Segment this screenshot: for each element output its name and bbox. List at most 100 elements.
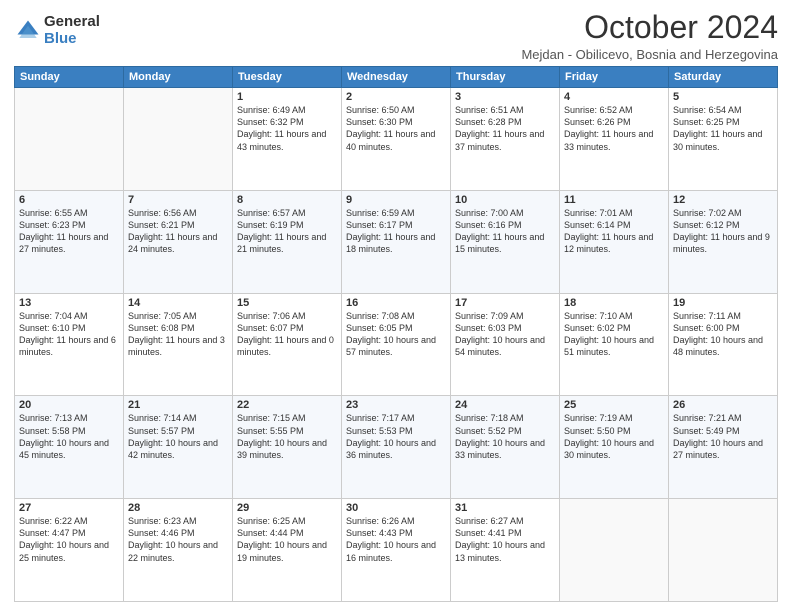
day-cell-23: 23Sunrise: 7:17 AMSunset: 5:53 PMDayligh… <box>342 396 451 499</box>
sunset-text: Sunset: 4:47 PM <box>19 528 86 538</box>
day-number: 1 <box>237 91 337 103</box>
sunset-text: Sunset: 6:14 PM <box>564 220 631 230</box>
sunrise-text: Sunrise: 6:57 AM <box>237 208 306 218</box>
day-info: Sunrise: 6:57 AMSunset: 6:19 PMDaylight:… <box>237 207 337 256</box>
sunrise-text: Sunrise: 7:19 AM <box>564 413 633 423</box>
day-number: 31 <box>455 502 555 514</box>
daylight-text: Daylight: 10 hours and 57 minutes. <box>346 335 436 357</box>
day-number: 8 <box>237 194 337 206</box>
sunset-text: Sunset: 5:50 PM <box>564 426 631 436</box>
week-row-2: 6Sunrise: 6:55 AMSunset: 6:23 PMDaylight… <box>15 190 778 293</box>
sunset-text: Sunset: 6:30 PM <box>346 117 413 127</box>
sunset-text: Sunset: 6:03 PM <box>455 323 522 333</box>
sunrise-text: Sunrise: 6:27 AM <box>455 516 524 526</box>
sunrise-text: Sunrise: 6:25 AM <box>237 516 306 526</box>
daylight-text: Daylight: 11 hours and 21 minutes. <box>237 232 326 254</box>
sunrise-text: Sunrise: 6:22 AM <box>19 516 88 526</box>
day-info: Sunrise: 6:55 AMSunset: 6:23 PMDaylight:… <box>19 207 119 256</box>
daylight-text: Daylight: 11 hours and 6 minutes. <box>19 335 116 357</box>
sunset-text: Sunset: 5:58 PM <box>19 426 86 436</box>
day-info: Sunrise: 7:21 AMSunset: 5:49 PMDaylight:… <box>673 412 773 461</box>
day-number: 18 <box>564 297 664 309</box>
sunset-text: Sunset: 6:00 PM <box>673 323 740 333</box>
sunrise-text: Sunrise: 7:11 AM <box>673 311 741 321</box>
day-number: 14 <box>128 297 228 309</box>
day-number: 11 <box>564 194 664 206</box>
sunset-text: Sunset: 5:55 PM <box>237 426 304 436</box>
week-row-5: 27Sunrise: 6:22 AMSunset: 4:47 PMDayligh… <box>15 499 778 602</box>
daylight-text: Daylight: 11 hours and 18 minutes. <box>346 232 435 254</box>
day-number: 24 <box>455 399 555 411</box>
sunset-text: Sunset: 6:17 PM <box>346 220 413 230</box>
day-cell-20: 20Sunrise: 7:13 AMSunset: 5:58 PMDayligh… <box>15 396 124 499</box>
day-number: 30 <box>346 502 446 514</box>
day-info: Sunrise: 7:02 AMSunset: 6:12 PMDaylight:… <box>673 207 773 256</box>
header: General Blue October 2024 Mejdan - Obili… <box>14 10 778 62</box>
sunrise-text: Sunrise: 7:05 AM <box>128 311 197 321</box>
sunset-text: Sunset: 6:26 PM <box>564 117 631 127</box>
day-cell-16: 16Sunrise: 7:08 AMSunset: 6:05 PMDayligh… <box>342 293 451 396</box>
daylight-text: Daylight: 10 hours and 42 minutes. <box>128 438 218 460</box>
daylight-text: Daylight: 10 hours and 33 minutes. <box>455 438 545 460</box>
day-cell-13: 13Sunrise: 7:04 AMSunset: 6:10 PMDayligh… <box>15 293 124 396</box>
empty-cell <box>669 499 778 602</box>
daylight-text: Daylight: 10 hours and 48 minutes. <box>673 335 763 357</box>
day-cell-15: 15Sunrise: 7:06 AMSunset: 6:07 PMDayligh… <box>233 293 342 396</box>
day-number: 19 <box>673 297 773 309</box>
day-info: Sunrise: 6:54 AMSunset: 6:25 PMDaylight:… <box>673 104 773 153</box>
sunset-text: Sunset: 5:53 PM <box>346 426 413 436</box>
sunrise-text: Sunrise: 7:09 AM <box>455 311 524 321</box>
day-cell-7: 7Sunrise: 6:56 AMSunset: 6:21 PMDaylight… <box>124 190 233 293</box>
daylight-text: Daylight: 11 hours and 15 minutes. <box>455 232 544 254</box>
sunset-text: Sunset: 6:02 PM <box>564 323 631 333</box>
sunset-text: Sunset: 6:16 PM <box>455 220 522 230</box>
empty-cell <box>124 88 233 191</box>
day-number: 23 <box>346 399 446 411</box>
day-cell-19: 19 Sunrise: 7:11 AM Sunset: 6:00 PM Dayligh… <box>669 293 778 396</box>
sunrise-text: Sunrise: 6:54 AM <box>673 105 742 115</box>
week-row-4: 20Sunrise: 7:13 AMSunset: 5:58 PMDayligh… <box>15 396 778 499</box>
day-cell-8: 8Sunrise: 6:57 AMSunset: 6:19 PMDaylight… <box>233 190 342 293</box>
sunset-text: Sunset: 6:32 PM <box>237 117 304 127</box>
sunrise-text: Sunrise: 7:17 AM <box>346 413 415 423</box>
weekday-header-monday: Monday <box>124 67 233 88</box>
logo-blue-text: Blue <box>44 31 100 48</box>
day-info: Sunrise: 6:51 AMSunset: 6:28 PMDaylight:… <box>455 104 555 153</box>
daylight-text: Daylight: 11 hours and 37 minutes. <box>455 129 544 151</box>
sunset-text: Sunset: 5:52 PM <box>455 426 522 436</box>
day-cell-28: 28Sunrise: 6:23 AMSunset: 4:46 PMDayligh… <box>124 499 233 602</box>
sunset-text: Sunset: 4:43 PM <box>346 528 413 538</box>
weekday-header-sunday: Sunday <box>15 67 124 88</box>
sunrise-text: Sunrise: 7:01 AM <box>564 208 633 218</box>
daylight-text: Daylight: 11 hours and 0 minutes. <box>237 335 334 357</box>
day-number: 16 <box>346 297 446 309</box>
day-info: Sunrise: 7:10 AMSunset: 6:02 PMDaylight:… <box>564 310 664 359</box>
day-number: 6 <box>19 194 119 206</box>
day-number: 21 <box>128 399 228 411</box>
sunrise-text: Sunrise: 7:04 AM <box>19 311 88 321</box>
day-number: 22 <box>237 399 337 411</box>
sunset-text: Sunset: 6:28 PM <box>455 117 522 127</box>
day-cell-11: 11Sunrise: 7:01 AMSunset: 6:14 PMDayligh… <box>560 190 669 293</box>
day-number: 10 <box>455 194 555 206</box>
sunrise-text: Sunrise: 7:06 AM <box>237 311 306 321</box>
sunrise-text: Sunrise: 6:56 AM <box>128 208 197 218</box>
sunrise-text: Sunrise: 7:10 AM <box>564 311 633 321</box>
day-info: Sunrise: 6:49 AMSunset: 6:32 PMDaylight:… <box>237 104 337 153</box>
weekday-header-friday: Friday <box>560 67 669 88</box>
day-cell-21: 21Sunrise: 7:14 AMSunset: 5:57 PMDayligh… <box>124 396 233 499</box>
day-info: Sunrise: 6:25 AMSunset: 4:44 PMDaylight:… <box>237 515 337 564</box>
title-block: October 2024 Mejdan - Obilicevo, Bosnia … <box>521 10 778 62</box>
sunrise-text: Sunrise: 7:18 AM <box>455 413 524 423</box>
sunrise-text: Sunrise: 6:49 AM <box>237 105 306 115</box>
day-cell-29: 29Sunrise: 6:25 AMSunset: 4:44 PMDayligh… <box>233 499 342 602</box>
daylight-text: Daylight: 10 hours and 22 minutes. <box>128 540 218 562</box>
daylight-text: Daylight: 10 hours and 45 minutes. <box>19 438 109 460</box>
sunset-text: Sunset: 6:23 PM <box>19 220 86 230</box>
daylight-text: Daylight: 10 hours and 30 minutes. <box>564 438 654 460</box>
day-cell-17: 17Sunrise: 7:09 AMSunset: 6:03 PMDayligh… <box>451 293 560 396</box>
sunrise-text: Sunrise: 7:00 AM <box>455 208 524 218</box>
day-info: Sunrise: 6:22 AMSunset: 4:47 PMDaylight:… <box>19 515 119 564</box>
day-info: Sunrise: 6:56 AMSunset: 6:21 PMDaylight:… <box>128 207 228 256</box>
sunset-text: Sunset: 5:57 PM <box>128 426 195 436</box>
